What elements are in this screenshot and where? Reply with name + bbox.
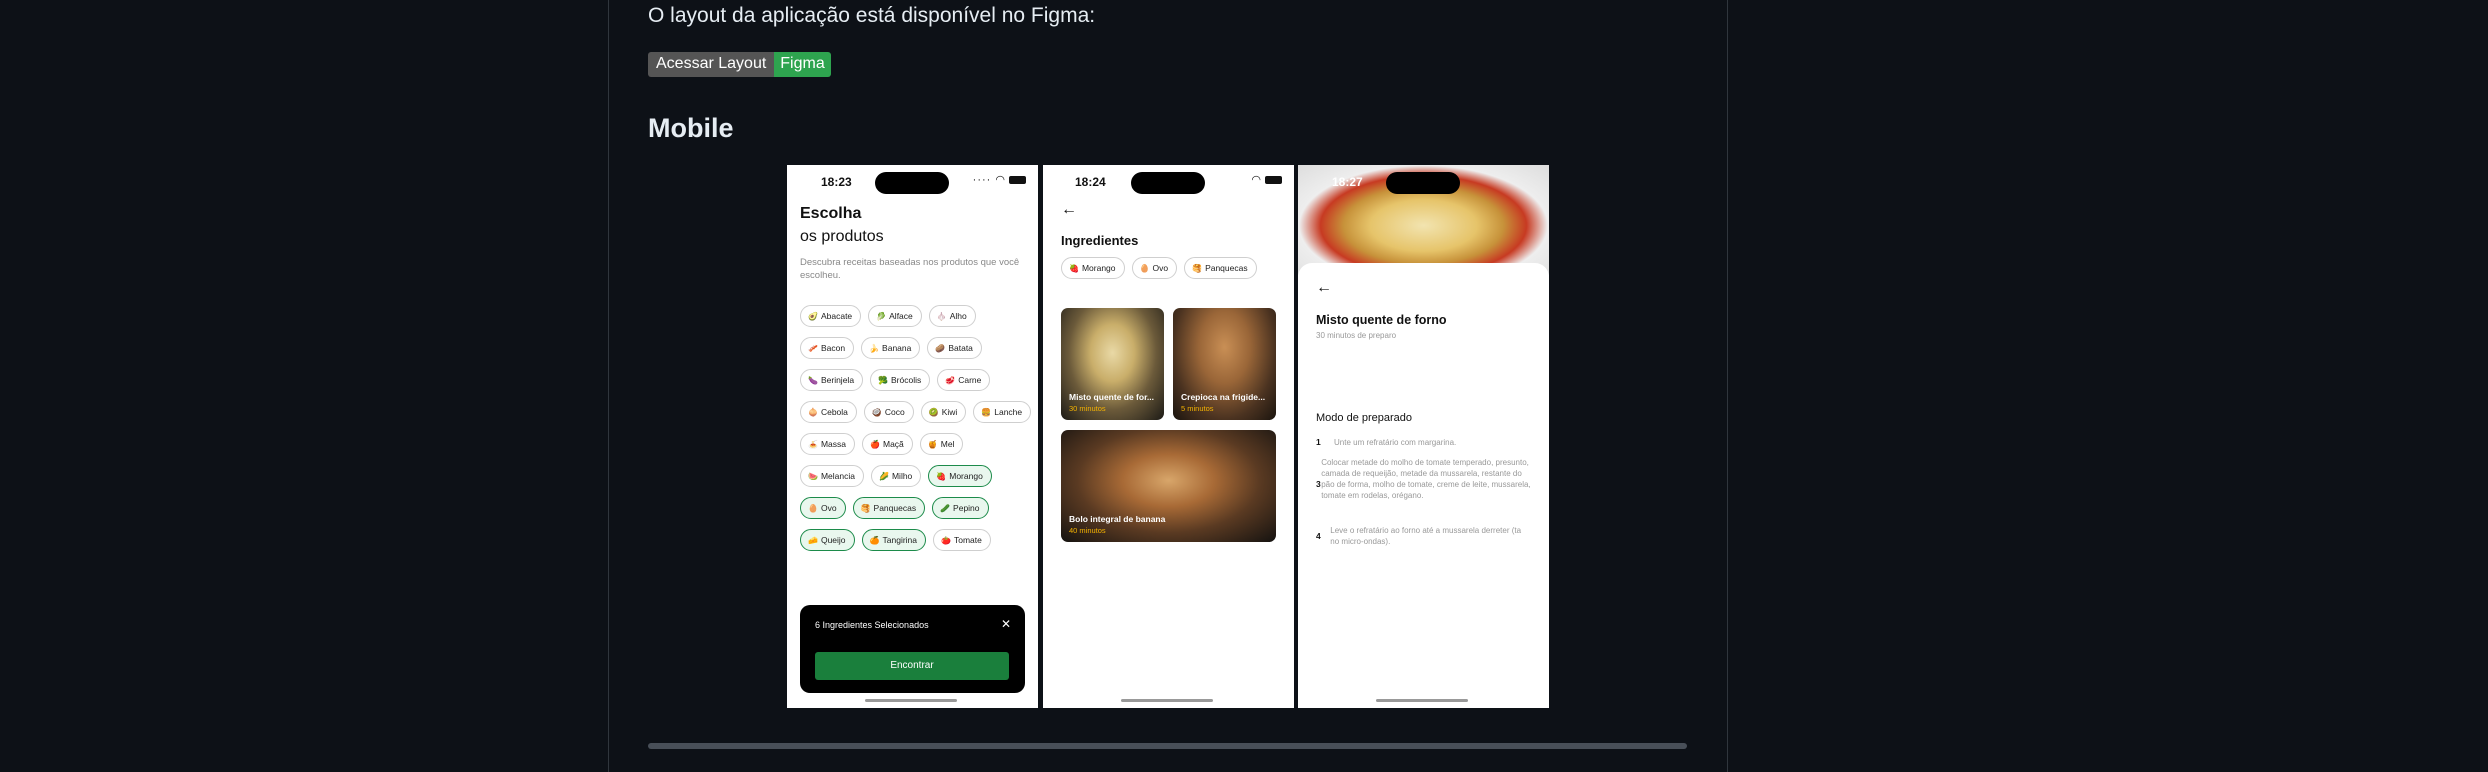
recipe-card[interactable]: Crepioca na frigide... 5 minutos (1173, 308, 1276, 420)
battery-icon (1265, 176, 1282, 185)
ingredient-chip[interactable]: 🍉 Melancia (800, 465, 864, 487)
ingredient-list: 🥑 Abacate 🥬 Alface 🧄 Alho 🥓 Bacon 🍌 Banana 🥔 Batata… (800, 305, 1032, 551)
ingredients-heading: Ingredientes (1061, 233, 1139, 248)
filter-chip[interactable]: 🥚 Ovo (1131, 257, 1178, 279)
find-button[interactable]: Encontrar (815, 652, 1009, 680)
status-time: 18:23 (821, 175, 852, 189)
badge-label: Acessar Layout (648, 52, 775, 77)
mobile-heading: Mobile (648, 113, 734, 143)
ingredient-chip[interactable]: 🍔 Lanche (973, 401, 1032, 423)
filter-chip[interactable]: 🥞 Panquecas (1184, 257, 1257, 279)
filter-chip[interactable]: 🍓 Morango (1061, 257, 1125, 279)
screenshot-recipes: 18:24 ◠ ← Ingredientes 🍓 Morango 🥚 Ovo 🥞 Pa… (1043, 165, 1294, 708)
ingredient-chip[interactable]: 🍯 Mel (919, 433, 964, 455)
home-indicator (1121, 699, 1213, 702)
page-subtitle: os produtos (800, 228, 884, 245)
method-heading: Modo de preparado (1316, 412, 1413, 424)
screenshot-home: 18:23 ···· ◠ Escolha os produtos Descubr… (787, 165, 1038, 708)
wifi-icon: ◠ (1251, 174, 1262, 186)
step-item: 3 Colocar metade do molho de tomate tempe… (1316, 458, 1531, 500)
recipe-title: Misto quente de forno (1316, 313, 1447, 327)
status-time: 18:24 (1075, 175, 1106, 189)
home-indicator (865, 699, 957, 702)
status-time: 18:27 (1332, 175, 1363, 189)
layout-intro-text: O layout da aplicação está disponível no… (648, 4, 1096, 27)
recipe-time: 5 minutos (1181, 404, 1214, 413)
ingredient-chip[interactable]: 🧄 Alho (928, 305, 976, 327)
filter-chips: 🍓 Morango 🥚 Ovo 🥞 Panquecas (1061, 257, 1257, 279)
ingredient-chip[interactable]: 🍝 Massa (800, 433, 856, 455)
selected-count-text: 6 Ingredientes Selecionados (815, 620, 929, 630)
ingredient-chip[interactable]: 🥑 Abacate (800, 305, 862, 327)
ingredient-chip[interactable]: 🧀 Queijo (800, 529, 855, 551)
status-icons: ◠ (1251, 173, 1282, 186)
battery-icon (1009, 176, 1026, 185)
ingredient-chip[interactable]: 🌽 Milho (871, 465, 922, 487)
ingredient-chip[interactable]: 🥚 Ovo (800, 497, 846, 519)
recipe-card[interactable]: Misto quente de for... 30 minutos (1061, 308, 1164, 420)
dynamic-island (875, 172, 949, 194)
content-border-left (608, 0, 609, 772)
wifi-icon: ◠ (995, 174, 1006, 186)
dynamic-island (1386, 172, 1460, 194)
ingredient-chip[interactable]: 🥞 Panquecas (852, 497, 926, 519)
step-item: 4 Leve o refratário ao forno até a mussar… (1316, 526, 1522, 546)
ingredient-chip[interactable]: 🥝 Kiwi (920, 401, 967, 423)
ingredient-chip[interactable]: 🥓 Bacon (800, 337, 855, 359)
selection-panel: 6 Ingredientes Selecionados ✕ Encontrar (800, 605, 1025, 693)
page-title: Escolha (800, 205, 862, 222)
ingredient-chip[interactable]: 🥒 Pepino (932, 497, 989, 519)
page-description: Descubra receitas baseadas nos produtos … (800, 257, 1020, 281)
ingredient-chip[interactable]: 🍊 Tangirina (861, 529, 927, 551)
ingredient-chip[interactable]: 🥦 Brócolis (870, 369, 931, 391)
back-arrow-icon[interactable]: ← (1316, 279, 1332, 297)
ingredient-chip[interactable]: 🍌 Banana (861, 337, 921, 359)
ingredient-chip[interactable]: 🍅 Tomate (933, 529, 991, 551)
ingredient-chip[interactable]: 🍓 Morango (928, 465, 992, 487)
content-border-right (1727, 0, 1728, 772)
recipe-card[interactable]: Bolo integral de banana 40 minutos (1061, 430, 1276, 542)
ingredient-chip[interactable]: 🍆 Berinjela (800, 369, 864, 391)
back-arrow-icon[interactable]: ← (1061, 201, 1077, 219)
step-item: 1 Unte um refratário com margarina. (1316, 437, 1457, 447)
ingredient-chip[interactable]: 🥥 Coco (863, 401, 914, 423)
ingredient-chip[interactable]: 🥔 Batata (927, 337, 982, 359)
recipe-time: 30 minutos (1069, 404, 1106, 413)
recipe-name: Misto quente de for... (1069, 392, 1155, 402)
recipe-name: Crepioca na frigide... (1181, 392, 1266, 402)
ingredient-chip[interactable]: 🥬 Alface (868, 305, 922, 327)
recipe-time: 40 minutos (1069, 526, 1106, 535)
status-icons: ···· ◠ (973, 173, 1026, 186)
dynamic-island (1131, 172, 1205, 194)
badge-value: Figma (774, 52, 831, 77)
figma-layout-badge[interactable]: Acessar Layout Figma (648, 52, 831, 77)
close-icon[interactable]: ✕ (1001, 617, 1011, 631)
horizontal-scrollbar[interactable] (648, 743, 1687, 749)
ingredient-chip[interactable]: 🍎 Maçã (862, 433, 913, 455)
ingredient-chip[interactable]: 🧅 Cebola (800, 401, 857, 423)
ingredient-chip[interactable]: 🥩 Carne (937, 369, 991, 391)
recipe-name: Bolo integral de banana (1069, 514, 1166, 524)
recipe-prep-time: 30 minutos de preparo (1316, 331, 1397, 340)
screenshot-recipe-details: 18:27 ← Misto quente de forno 30 minutos… (1298, 165, 1549, 708)
home-indicator (1376, 699, 1468, 702)
